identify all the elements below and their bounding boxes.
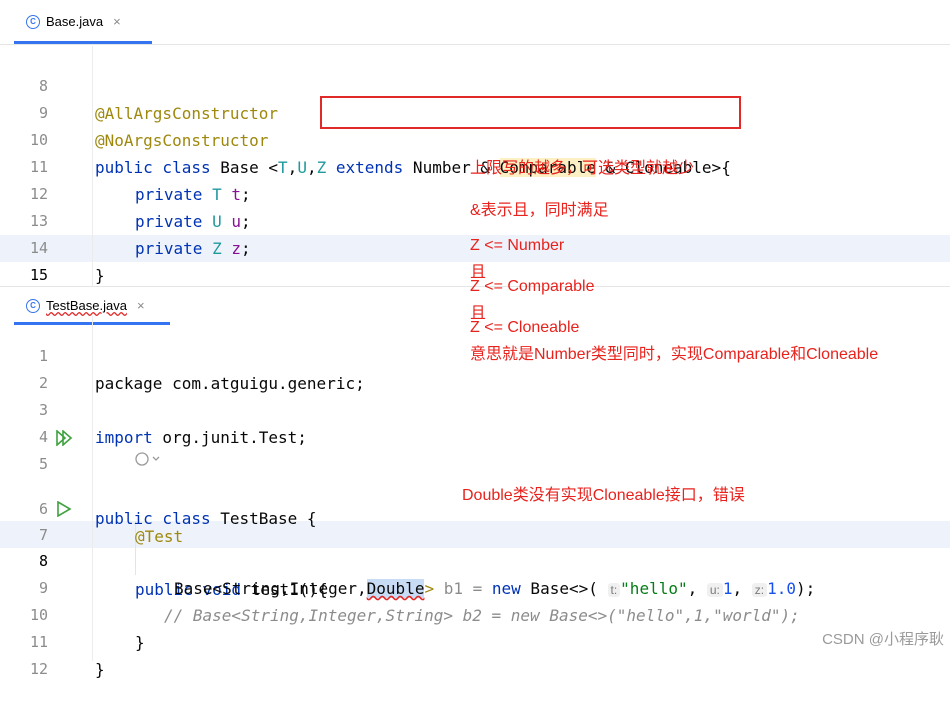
note-ampersand: &表示且，同时满足 (470, 202, 609, 219)
code-line: 11 } (0, 602, 950, 679)
code-line: 8 Base<String,Integer,Double> b1 = new B… (0, 521, 950, 598)
code-line: 5 public class TestBase { (0, 424, 950, 528)
close-icon[interactable]: × (113, 14, 121, 29)
java-class-icon: C (26, 14, 40, 29)
line-number: 15 (29, 266, 48, 284)
note-number: Z <= Number (470, 237, 565, 254)
close-icon[interactable]: × (137, 298, 145, 313)
tab-label: TestBase.java (46, 298, 127, 313)
tab-base-java[interactable]: C Base.java × (26, 14, 121, 29)
code-line: 12 (0, 629, 950, 678)
tab-label: Base.java (46, 14, 104, 29)
ai-suggestion-icon[interactable] (134, 451, 162, 467)
code-line: 10 } (0, 575, 950, 652)
run-all-tests-icon[interactable] (56, 430, 74, 446)
run-test-icon[interactable] (56, 501, 72, 517)
code-line: 9 // Base<String,Integer,String> b2 = ne… (0, 548, 950, 625)
note-cloneable: Z <= Cloneable (470, 319, 580, 336)
note-comparable: Z <= Comparable (470, 278, 595, 295)
top-tab-bar: C Base.java × (0, 0, 950, 44)
java-class-icon: C (26, 298, 40, 313)
red-highlight-box (320, 96, 741, 129)
watermark: CSDN @小程序耿 (822, 631, 944, 648)
code-line: 11 private T t; (0, 127, 950, 204)
note-upper-bound: 上限写的越多，可选类型就越少 (470, 160, 695, 177)
note-double-error: Double类没有实现Cloneable接口，错误 (462, 487, 745, 504)
line-number: 12 (29, 660, 48, 678)
tab-testbase-java[interactable]: C TestBase.java × (26, 298, 145, 313)
closing-brace: } (95, 266, 105, 285)
note-meaning: 意思就是Number类型同时，实现Comparable和Cloneable (470, 346, 879, 363)
code-line: 3 import org.junit.Test; (0, 370, 950, 447)
tab-separator (0, 44, 950, 45)
closing-brace: } (95, 660, 105, 679)
code-line: 4 (0, 397, 950, 446)
code-line: 8 @AllArgsConstructor (0, 46, 950, 123)
